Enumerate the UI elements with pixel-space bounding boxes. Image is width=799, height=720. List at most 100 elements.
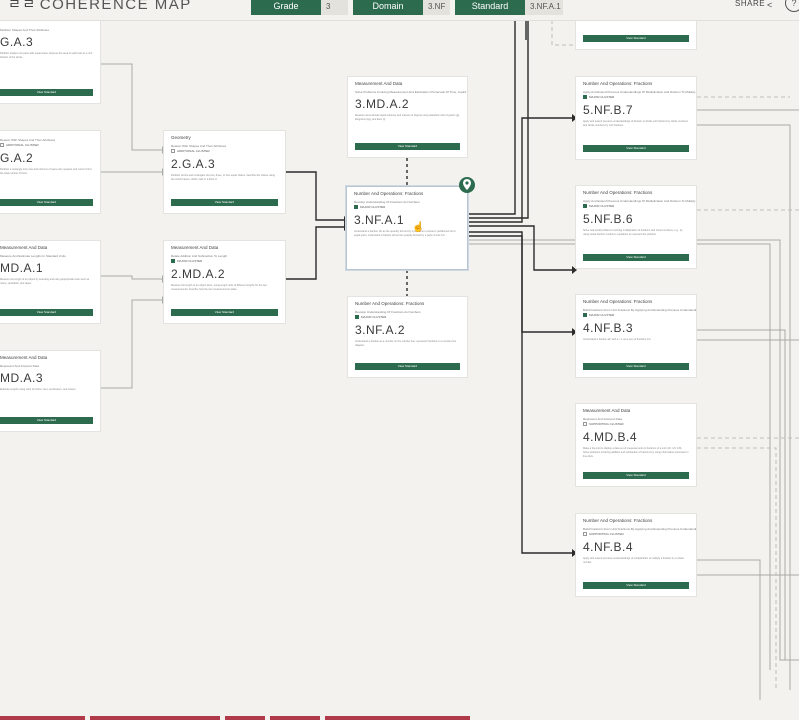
cluster-dot-icon [583, 532, 587, 537]
standard-code: 3.NF.A.2 [355, 323, 406, 337]
standard-description: Partition circles and rectangles into tw… [171, 174, 275, 181]
view-standard-button[interactable]: View Standard [171, 309, 278, 316]
standard-card[interactable]: Measurement And Data Relate Addition And… [163, 240, 286, 324]
standard-card[interactable]: Partition Shapes And Their Attributes G.… [0, 20, 101, 104]
standard-card[interactable]: Measurement And Data Represent And Inter… [0, 350, 101, 432]
standard-card[interactable]: Geometry Reason With Shapes And Their At… [163, 130, 286, 214]
standard-card[interactable]: Measurement And Data Measure And Estimat… [0, 240, 101, 324]
app-logo[interactable]: ㄹㄹ COHERENCE MAP [8, 0, 192, 14]
view-standard-button[interactable]: View Standard [0, 89, 93, 96]
standard-description: Measure the length of an object by selec… [0, 278, 90, 285]
standard-card[interactable]: Measurement And Data Solve Problems Invo… [347, 76, 468, 158]
cluster-badge-label: ADDITIONAL CLUSTER [6, 143, 39, 147]
standard-description: Make a line plot to display a data set o… [583, 447, 689, 458]
view-standard-button[interactable]: View Standard [583, 145, 689, 152]
cluster-dot-icon [583, 422, 587, 427]
domain-name: Number And Operations: Fractions [583, 299, 653, 304]
cluster-badge: MAJOR CLUSTER [171, 259, 278, 264]
view-standard-button[interactable]: View Standard [171, 199, 278, 206]
cluster-badge: SUPPORTING CLUSTER [583, 422, 689, 427]
standard-selected-value[interactable]: 3.NF.A.1 [525, 0, 563, 15]
share-button[interactable]: SHARE [735, 0, 765, 10]
domain-name: Number And Operations: Fractions [355, 301, 425, 306]
standard-card[interactable]: Number And Operations: Fractions Apply A… [575, 185, 697, 269]
view-standard-button[interactable]: View Standard [583, 254, 689, 261]
view-standard-button[interactable]: View Standard [583, 582, 689, 589]
cluster-name: Represent And Interpret Data [0, 364, 40, 368]
standard-description: Understand a fraction as a number on the… [355, 340, 457, 347]
view-standard-button[interactable]: View Standard [583, 363, 689, 370]
help-button[interactable]: ? [785, 0, 799, 12]
view-standard-button[interactable]: View Standard [0, 417, 93, 424]
top-bar: ㄹㄹ COHERENCE MAP Grade 3 Domain 3.NF Stan… [0, 0, 799, 21]
bottom-strip-segment [225, 716, 265, 720]
cluster-badge-label: MAJOR CLUSTER [589, 313, 615, 317]
cluster-badge: ADDITIONAL CLUSTER [171, 149, 278, 154]
domain-name: Number And Operations: Fractions [583, 81, 653, 86]
standard-card[interactable]: Number And Operations: Fractions Build F… [575, 513, 697, 597]
cluster-badge-label: MAJOR CLUSTER [589, 95, 615, 99]
standard-description: Measure and estimate liquid volumes and … [355, 114, 460, 121]
domain-selector-button[interactable]: Domain [353, 0, 423, 15]
grade-selector-button[interactable]: Grade [251, 0, 321, 15]
map-pin-icon[interactable] [459, 177, 475, 193]
standard-card[interactable]: Measurement And Data Represent And Inter… [575, 403, 697, 487]
cluster-name: Reason With Shapes And Their Attributes [171, 144, 227, 148]
cluster-badge: MAJOR CLUSTER [583, 95, 689, 100]
domain-name: Number And Operations: Fractions [583, 190, 653, 195]
grade-selected-value[interactable]: 3 [321, 0, 348, 15]
standard-code: 4.NF.B.4 [583, 540, 634, 554]
standard-selector-button[interactable]: Standard [455, 0, 525, 15]
standard-description: Understand a fraction a/b with a > 1 as … [583, 338, 652, 341]
share-icon[interactable]: < [767, 0, 772, 11]
cluster-name: Solve Problems Involving Measurement And… [355, 90, 467, 94]
standard-description: Estimate lengths using units of inches, … [0, 388, 77, 391]
domain-name: Measurement And Data [171, 245, 219, 250]
view-standard-button[interactable]: View Standard [583, 35, 689, 42]
cluster-badge: SUPPORTING CLUSTER [583, 532, 689, 537]
standard-code: MD.A.3 [0, 371, 44, 385]
view-standard-button[interactable]: View Standard [355, 143, 460, 150]
cluster-badge: MAJOR CLUSTER [583, 204, 689, 209]
standard-card[interactable]: Number And Operations: Fractions Build F… [575, 294, 697, 378]
standard-card[interactable]: Reason With Shapes And Their Attributes … [0, 130, 101, 214]
cluster-badge-label: SUPPORTING CLUSTER [589, 422, 624, 426]
standard-code: 4.MD.B.4 [583, 430, 638, 444]
focused-standard-card[interactable]: Number And Operations: Fractions Develop… [346, 186, 468, 270]
cluster-name: Partition Shapes And Their Attributes [0, 28, 49, 32]
bottom-strip [0, 714, 799, 720]
view-standard-button[interactable]: View Standard [0, 199, 93, 206]
cluster-name: Develop Understanding Of Fractions As Nu… [355, 310, 421, 314]
view-standard-button[interactable]: View Standard [0, 309, 93, 316]
standard-card[interactable]: Number And Operations: Fractions Develop… [347, 296, 468, 378]
domain-name: Measurement And Data [0, 245, 48, 250]
domain-name: Measurement And Data [583, 408, 631, 413]
domain-name: Number And Operations: Fractions [354, 191, 424, 196]
standard-card[interactable]: Number And Operations: Fractions Apply A… [575, 76, 697, 160]
standard-description: Partition a rectangle into rows and colu… [0, 168, 92, 175]
standard-code: 5.NF.B.6 [583, 212, 634, 226]
cluster-badge: MAJOR CLUSTER [583, 313, 689, 318]
standard-description: Understand a fraction 1/b as the quantit… [354, 230, 456, 237]
standard-code: G.A.3 [0, 35, 34, 49]
cluster-badge-label: MAJOR CLUSTER [177, 259, 203, 263]
bottom-strip-segment [0, 716, 85, 720]
cluster-name: Measure And Estimate Lengths In Standard… [0, 254, 66, 258]
standard-description: Solve real world problems involving mult… [583, 229, 683, 236]
view-standard-button[interactable]: View Standard [355, 363, 460, 370]
standard-code: 2.MD.A.2 [171, 267, 226, 281]
standard-code: 3.NF.A.1 [354, 213, 405, 227]
standard-code: 4.NF.B.3 [583, 321, 634, 335]
domain-selected-value[interactable]: 3.NF [423, 0, 450, 15]
domain-name: Geometry [171, 135, 191, 140]
domain-name: Measurement And Data [355, 81, 403, 86]
app-title: COHERENCE MAP [39, 0, 192, 13]
cluster-badge-label: MAJOR CLUSTER [361, 315, 387, 319]
standard-code: G.A.2 [0, 151, 34, 165]
standard-description: Apply and extend previous understandings… [583, 120, 688, 127]
cluster-badge-label: ADDITIONAL CLUSTER [177, 149, 210, 153]
standard-description: Measure the length of an object twice, u… [171, 284, 267, 291]
cluster-dot-icon [583, 204, 587, 209]
view-standard-button[interactable]: View Standard [583, 472, 689, 479]
bottom-strip-segment [270, 716, 320, 720]
